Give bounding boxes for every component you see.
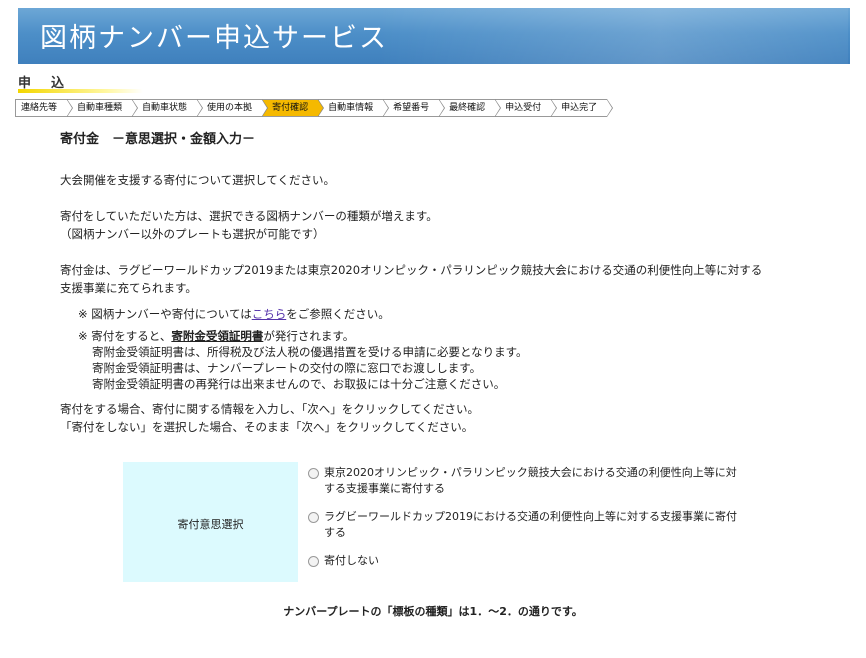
donation-options: 東京2020オリンピック・パラリンピック競技大会における交通の利便性向上等に対 … (308, 465, 748, 581)
purpose-text-1: 寄付金は、ラグビーワールドカップ2019または東京2020オリンピック・パラリン… (60, 263, 763, 277)
donation-choice-label-cell: 寄付意思選択 (123, 462, 298, 582)
instruction-text-1: 寄付をする場合、寄付に関する情報を入力し、「次へ」をクリックしてください。 (60, 402, 480, 416)
intro-text: 大会開催を支援する寄付について選択してください。 (60, 173, 335, 187)
benefit-text-2: （図柄ナンバー以外のプレートも選択が可能です） (60, 227, 325, 241)
option-rugby2019[interactable]: ラグビーワールドカップ2019における交通の利便性向上等に対する支援事業に寄付 … (308, 509, 748, 541)
radio-button[interactable] (308, 556, 319, 567)
instruction-text-2: 「寄付をしない」を選択した場合、そのまま「次へ」をクリックしてください。 (60, 420, 474, 434)
step-donation-confirm: 寄付確認 (262, 99, 325, 117)
step-application-complete: 申込完了 (551, 99, 614, 117)
note-certificate-post: が発行されます。 (263, 329, 355, 343)
certificate-line-3: 寄附金受領証明書の再発行は出来ませんので、お取扱には十分ご注意ください。 (92, 377, 506, 391)
content-title: 寄付金 －意思選択・金額入力－ (60, 132, 256, 147)
option-tokyo2020-line2: する支援事業に寄付する (324, 482, 445, 495)
step-application-received: 申込受付 (495, 99, 558, 117)
plate-type-note: ナンバープレートの「標板の種類」は1．～2．の通りです。 (283, 605, 583, 618)
step-contact: 連絡先等 (15, 99, 74, 117)
step-desired-number: 希望番号 (383, 99, 446, 117)
note-reference-post: をご参照ください。 (286, 307, 390, 321)
option-tokyo2020-line1: 東京2020オリンピック・パラリンピック競技大会における交通の利便性向上等に対 (324, 466, 737, 479)
step-final-confirm: 最終確認 (439, 99, 502, 117)
step-vehicle-status: 自動車状態 (132, 99, 204, 117)
note-certificate: ※ 寄付をすると、寄附金受領証明書が発行されます。 寄附金受領証明書は、所得税及… (78, 328, 840, 392)
certificate-line-2: 寄附金受領証明書は、ナンバープレートの交付の際に窓口でお渡しします。 (92, 361, 482, 375)
option-tokyo2020[interactable]: 東京2020オリンピック・パラリンピック競技大会における交通の利便性向上等に対 … (308, 465, 748, 497)
section-heading: 申込 (18, 72, 143, 93)
option-rugby2019-line2: する (324, 526, 346, 539)
radio-button[interactable] (308, 468, 319, 479)
section-heading-underline (18, 89, 143, 93)
donation-choice-label: 寄付意思選択 (177, 518, 244, 531)
purpose-text-2: 支援事業に充てられます。 (60, 281, 197, 295)
option-no-donation[interactable]: 寄付しない (308, 553, 748, 569)
benefit-text-1: 寄付をしていただいた方は、選択できる図柄ナンバーの種類が増えます。 (60, 209, 438, 223)
page-title: 図柄ナンバー申込サービス (40, 23, 388, 54)
option-no-donation-label: 寄付しない (324, 554, 379, 567)
radio-button[interactable] (308, 512, 319, 523)
certificate-term: 寄附金受領証明書 (171, 329, 264, 343)
reference-link[interactable]: こちら (252, 307, 287, 321)
banner-shine (378, 8, 848, 64)
step-vehicle-type: 自動車種類 (67, 99, 139, 117)
main-content: 寄付金 －意思選択・金額入力－ 大会開催を支援する寄付について選択してください。… (60, 128, 840, 436)
progress-steps: 連絡先等 自動車種類 自動車状態 使用の本拠 寄付確認 自動車情報 希望番号 最… (15, 99, 614, 117)
step-vehicle-info: 自動車情報 (318, 99, 390, 117)
note-reference-pre: ※ 図柄ナンバーや寄付については (78, 307, 252, 321)
certificate-line-1: 寄附金受領証明書は、所得税及び法人税の優遇措置を受ける申請に必要となります。 (92, 345, 528, 359)
note-certificate-pre: ※ 寄付をすると、 (78, 329, 172, 343)
option-rugby2019-line1: ラグビーワールドカップ2019における交通の利便性向上等に対する支援事業に寄付 (324, 510, 737, 523)
header-banner: 図柄ナンバー申込サービス (18, 8, 850, 64)
note-reference: ※ 図柄ナンバーや寄付についてはこちらをご参照ください。 (78, 306, 840, 322)
step-base-of-use: 使用の本拠 (197, 99, 269, 117)
